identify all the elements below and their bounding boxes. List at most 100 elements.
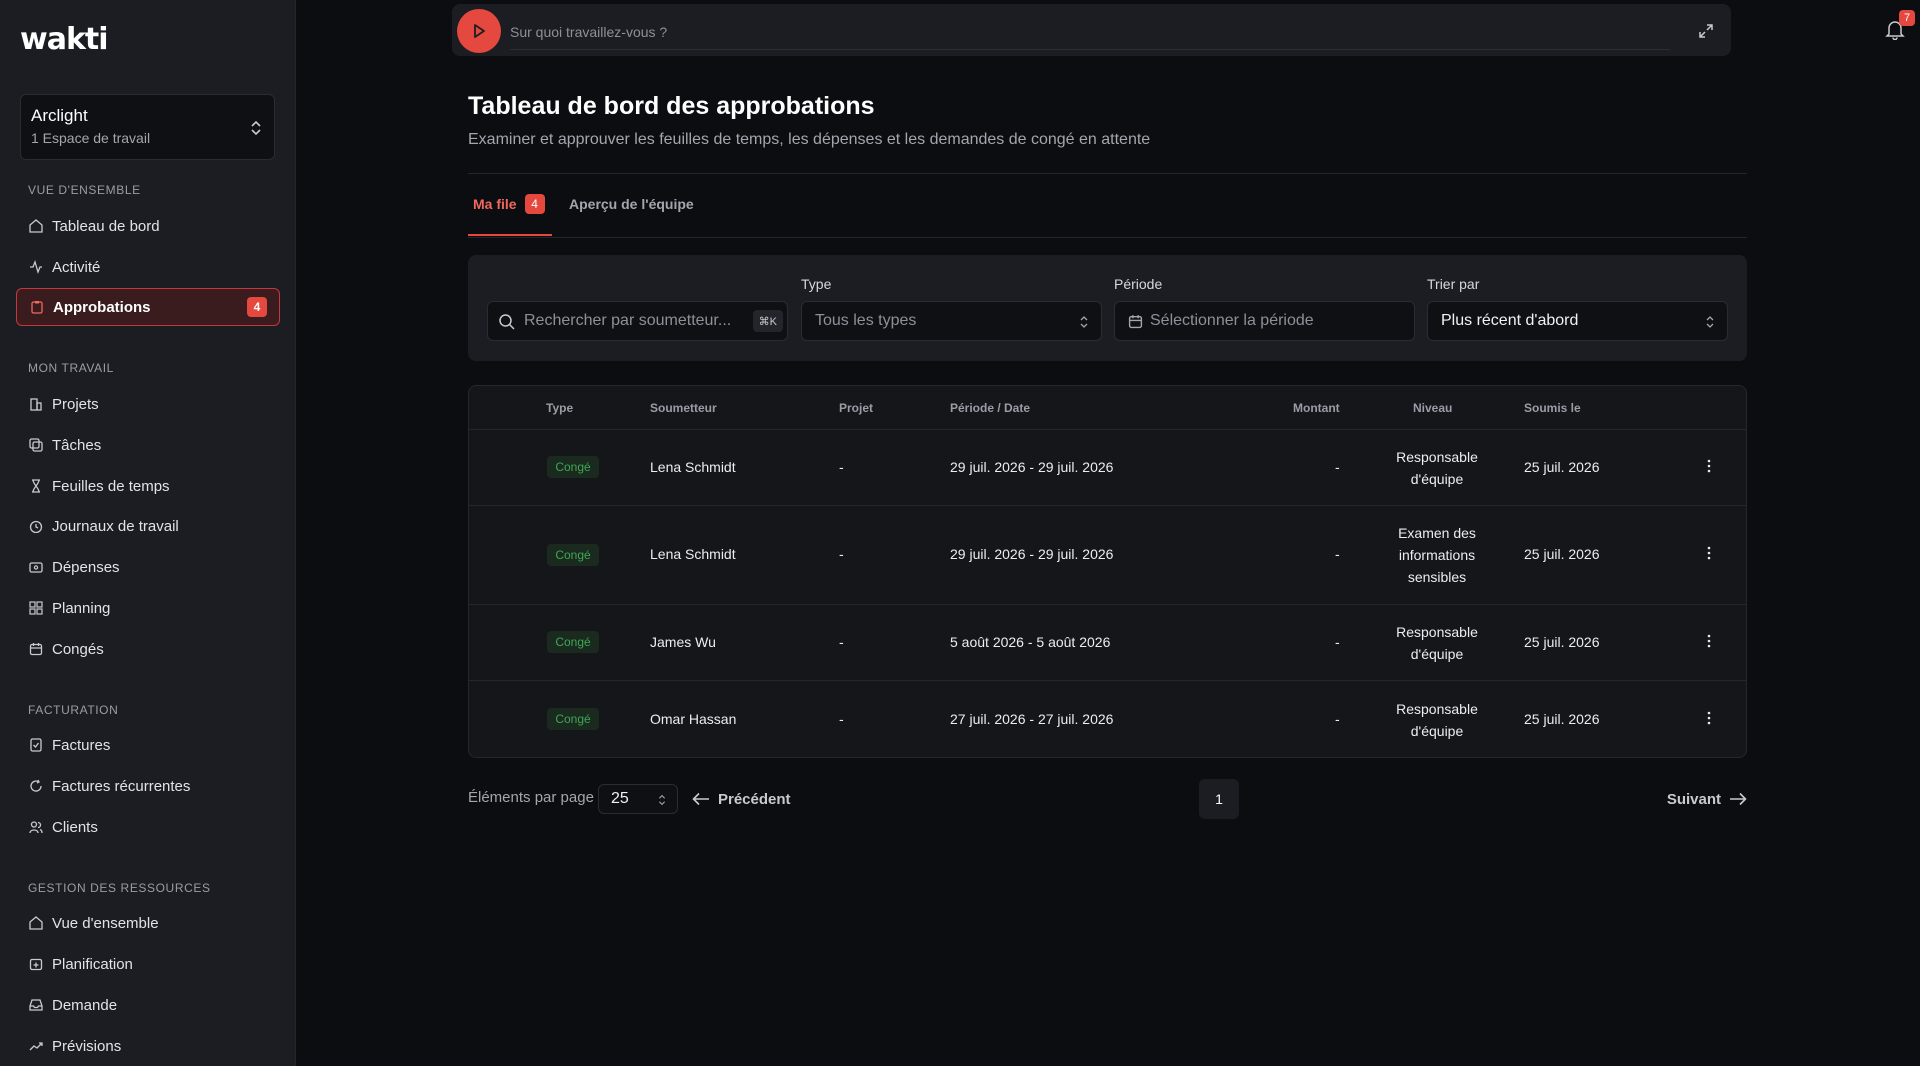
sidebar-item-label: Planification bbox=[52, 955, 133, 973]
column-header-submitted[interactable]: Soumis le bbox=[1524, 401, 1581, 415]
level-line: d'équipe bbox=[1410, 723, 1464, 739]
expand-icon[interactable] bbox=[1697, 22, 1715, 40]
amount-cell: - bbox=[1335, 459, 1340, 475]
tab-my-queue[interactable]: Ma file 4 bbox=[468, 194, 552, 236]
sidebar-item-resource-overview[interactable]: Vue d'ensemble bbox=[16, 904, 280, 942]
more-vertical-icon bbox=[1707, 459, 1711, 473]
timer-description-input[interactable] bbox=[510, 14, 1670, 50]
sidebar-item-approvals[interactable]: Approbations 4 bbox=[16, 288, 280, 326]
per-page-select[interactable]: 25 bbox=[598, 784, 678, 814]
building-icon bbox=[28, 396, 44, 412]
sort-select-value: Plus récent d'abord bbox=[1441, 312, 1579, 329]
type-select[interactable]: Tous les types bbox=[801, 301, 1102, 341]
invoice-icon bbox=[28, 737, 44, 753]
section-title-my-work: MON TRAVAIL bbox=[28, 361, 114, 375]
page-number-button[interactable]: 1 bbox=[1199, 779, 1239, 819]
amount-cell: - bbox=[1335, 546, 1340, 562]
column-header-period[interactable]: Période / Date bbox=[950, 401, 1030, 415]
type-badge: Congé bbox=[547, 708, 599, 730]
table-row[interactable]: Congé James Wu - 5 août 2026 - 5 août 20… bbox=[469, 604, 1746, 680]
activity-icon bbox=[28, 259, 44, 275]
sidebar-item-dashboard[interactable]: Tableau de bord bbox=[16, 207, 280, 245]
level-line: Responsable bbox=[1396, 624, 1478, 640]
refresh-icon bbox=[28, 778, 44, 794]
period-picker[interactable]: Sélectionner la période bbox=[1114, 301, 1415, 341]
project-cell: - bbox=[839, 546, 844, 562]
sidebar-item-leave[interactable]: Congés bbox=[16, 630, 280, 668]
search-icon bbox=[499, 314, 515, 330]
calendar-plus-icon bbox=[28, 956, 44, 972]
level-line: Responsable bbox=[1396, 449, 1478, 465]
approvals-table: Type Soumetteur Projet Période / Date Mo… bbox=[468, 385, 1747, 758]
more-vertical-icon bbox=[1707, 711, 1711, 725]
users-icon bbox=[28, 819, 44, 835]
chevron-updown-icon bbox=[1080, 316, 1088, 328]
sidebar-item-invoices[interactable]: Factures bbox=[16, 726, 280, 764]
submitter-cell: James Wu bbox=[650, 634, 716, 650]
chevron-updown-icon bbox=[251, 120, 261, 136]
search-shortcut-hint: ⌘K bbox=[752, 310, 783, 332]
sidebar-item-scheduling[interactable]: Planification bbox=[16, 945, 280, 983]
sort-select[interactable]: Plus récent d'abord bbox=[1427, 301, 1728, 341]
table-row[interactable]: Congé Omar Hassan - 27 juil. 2026 - 27 j… bbox=[469, 680, 1746, 757]
sidebar-item-clients[interactable]: Clients bbox=[16, 808, 280, 846]
column-header-submitter[interactable]: Soumetteur bbox=[650, 401, 717, 415]
sidebar-item-worklogs[interactable]: Journaux de travail bbox=[16, 507, 280, 545]
amount-cell: - bbox=[1335, 711, 1340, 727]
section-title-resources: GESTION DES RESSOURCES bbox=[28, 881, 211, 895]
column-header-project[interactable]: Projet bbox=[839, 401, 873, 415]
project-cell: - bbox=[839, 711, 844, 727]
table-row[interactable]: Congé Lena Schmidt - 29 juil. 2026 - 29 … bbox=[469, 429, 1746, 505]
column-header-level[interactable]: Niveau bbox=[1413, 401, 1452, 415]
sidebar-item-timesheets[interactable]: Feuilles de temps bbox=[16, 467, 280, 505]
sidebar-item-forecasts[interactable]: Prévisions bbox=[16, 1027, 280, 1065]
chevron-updown-icon bbox=[1706, 316, 1714, 328]
tab-team-overview[interactable]: Aperçu de l'équipe bbox=[569, 196, 694, 236]
level-line: Responsable bbox=[1396, 701, 1478, 717]
column-header-amount[interactable]: Montant bbox=[1293, 401, 1340, 415]
type-badge: Congé bbox=[547, 631, 599, 653]
sidebar-item-label: Feuilles de temps bbox=[52, 477, 170, 495]
table-row[interactable]: Congé Lena Schmidt - 29 juil. 2026 - 29 … bbox=[469, 505, 1746, 604]
wallet-icon bbox=[28, 559, 44, 575]
row-actions-button[interactable] bbox=[1699, 456, 1719, 476]
app-logo[interactable]: wakti bbox=[20, 22, 109, 57]
sidebar-item-planning[interactable]: Planning bbox=[16, 589, 280, 627]
search-placeholder: Rechercher par soumetteur... bbox=[524, 312, 732, 329]
row-actions-button[interactable] bbox=[1699, 543, 1719, 563]
inbox-icon bbox=[28, 997, 44, 1013]
row-actions-button[interactable] bbox=[1699, 708, 1719, 728]
period-cell: 27 juil. 2026 - 27 juil. 2026 bbox=[950, 711, 1114, 727]
home-icon bbox=[28, 915, 44, 931]
arrow-left-icon bbox=[692, 792, 709, 806]
page-subtitle: Examiner et approuver les feuilles de te… bbox=[468, 131, 1151, 148]
column-header-type[interactable]: Type bbox=[546, 401, 573, 415]
previous-page-button[interactable]: Précédent bbox=[692, 787, 791, 811]
sidebar-item-recurring-invoices[interactable]: Factures récurrentes bbox=[16, 767, 280, 805]
period-cell: 5 août 2026 - 5 août 2026 bbox=[950, 634, 1111, 650]
search-field[interactable]: Rechercher par soumetteur... ⌘K bbox=[487, 301, 788, 341]
grid-icon bbox=[28, 600, 44, 616]
project-cell: - bbox=[839, 459, 844, 475]
sidebar-item-demand[interactable]: Demande bbox=[16, 986, 280, 1024]
sidebar-item-label: Journaux de travail bbox=[52, 517, 179, 535]
page-title: Tableau de bord des approbations bbox=[468, 92, 875, 120]
sidebar-item-label: Demande bbox=[52, 996, 118, 1014]
submitter-cell: Lena Schmidt bbox=[650, 546, 736, 562]
type-badge: Congé bbox=[547, 544, 599, 566]
workspace-name: Arclight bbox=[31, 106, 88, 125]
sidebar-item-tasks[interactable]: Tâches bbox=[16, 426, 280, 464]
previous-label: Précédent bbox=[718, 790, 791, 808]
sidebar-item-projects[interactable]: Projets bbox=[16, 385, 280, 423]
sidebar-item-expenses[interactable]: Dépenses bbox=[16, 548, 280, 586]
submitter-cell: Omar Hassan bbox=[650, 711, 737, 727]
workspace-switcher[interactable]: Arclight 1 Espace de travail bbox=[20, 94, 275, 160]
per-page-value: 25 bbox=[611, 790, 629, 807]
sidebar-item-activity[interactable]: Activité bbox=[16, 248, 280, 286]
next-page-button[interactable]: Suivant bbox=[1667, 787, 1747, 811]
notifications-count-badge: 7 bbox=[1899, 10, 1915, 26]
row-actions-button[interactable] bbox=[1699, 631, 1719, 651]
sidebar-item-label: Approbations bbox=[53, 298, 151, 316]
level-cell: Responsable d'équipe bbox=[1377, 621, 1497, 665]
start-timer-button[interactable] bbox=[457, 9, 501, 53]
